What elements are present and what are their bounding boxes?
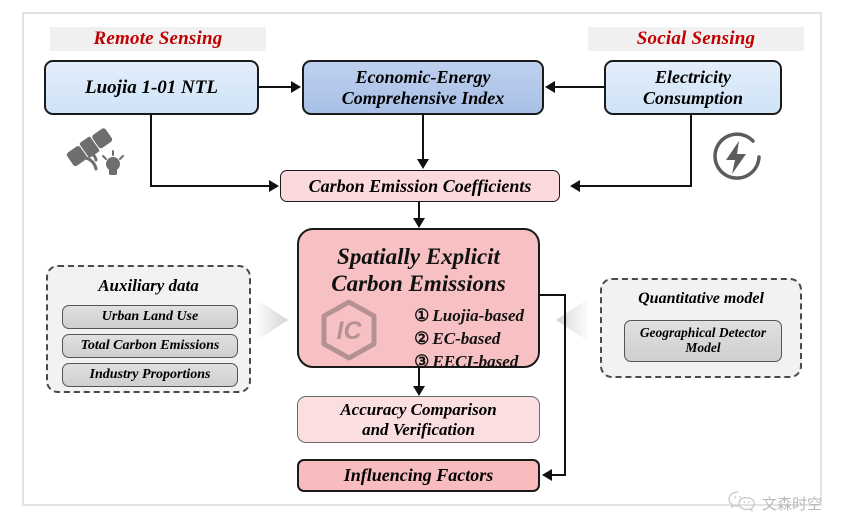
panel-quantitative-model-title-text: Quantitative model — [638, 290, 764, 307]
node-luojia-ntl[interactable]: Luojia 1-01 NTL — [44, 60, 259, 115]
arrowhead-central-to-accuracy — [413, 386, 425, 396]
node-accuracy-comparison-line2: and Verification — [362, 419, 475, 439]
panel-auxiliary-data-title-text: Auxiliary data — [98, 276, 199, 295]
chip-industry-proportions-label: Industry Proportions — [89, 367, 211, 383]
node-carbon-emission-coefficients-label: Carbon Emission Coefficients — [308, 175, 532, 196]
arrowhead-coefficients-to-central — [413, 218, 425, 228]
flow-chevron-left — [548, 289, 588, 351]
central-item-2: ② EC-based — [414, 327, 524, 350]
chip-geographical-detector-model-line1: Geographical Detector — [639, 325, 767, 341]
node-central-heading-line1: Spatially Explicit — [337, 244, 500, 269]
chip-geographical-detector-model-line2: Model — [685, 340, 721, 355]
flow-chevron-right — [256, 289, 296, 351]
chip-urban-land-use[interactable]: Urban Land Use — [62, 305, 238, 329]
connector-luojia-right-to-coefficients — [150, 185, 270, 187]
section-label-social-sensing-text: Social Sensing — [636, 28, 756, 49]
arrowhead-luojia-to-eeci — [291, 81, 301, 93]
node-electricity-label-line1: Electricity — [655, 66, 731, 87]
section-label-remote-sensing-text: Remote Sensing — [93, 28, 223, 49]
panel-quantitative-model-title: Quantitative model — [602, 290, 800, 308]
svg-text:IC: IC — [337, 317, 363, 345]
section-label-social-sensing: Social Sensing — [588, 27, 804, 51]
chip-total-carbon-emissions-label: Total Carbon Emissions — [80, 338, 220, 354]
arrowhead-luojia-to-coefficients — [269, 180, 279, 192]
ic-hexagon-icon: IC — [317, 298, 381, 367]
node-luojia-ntl-label: Luojia 1-01 NTL — [85, 76, 218, 98]
node-accuracy-comparison[interactable]: Accuracy Comparison and Verification — [297, 396, 540, 443]
central-item-1-label: Luojia-based — [432, 306, 524, 325]
section-label-remote-sensing: Remote Sensing — [50, 27, 266, 51]
panel-quantitative-model: Quantitative model Geographical Detector… — [600, 278, 802, 378]
arrowhead-electricity-to-coefficients — [570, 180, 580, 192]
connector-central-to-accuracy — [418, 368, 420, 387]
central-item-1-number: ① — [414, 306, 430, 325]
node-carbon-emission-coefficients[interactable]: Carbon Emission Coefficients — [280, 170, 560, 202]
connector-central-right-exit — [538, 294, 566, 296]
connector-luojia-to-eeci — [259, 86, 292, 88]
node-eeci-label-line1: Economic-Energy — [355, 66, 491, 87]
node-electricity-consumption[interactable]: Electricity Consumption — [604, 60, 782, 115]
chip-urban-land-use-label: Urban Land Use — [101, 309, 199, 325]
node-spatially-explicit-carbon-emissions[interactable]: Spatially Explicit Carbon Emissions IC ①… — [297, 228, 540, 371]
wechat-icon — [728, 490, 756, 516]
node-influencing-factors-label: Influencing Factors — [343, 465, 494, 486]
connector-luojia-down — [150, 115, 152, 186]
arrowhead-electricity-to-eeci — [545, 81, 555, 93]
node-central-heading-line2: Carbon Emissions — [331, 270, 506, 296]
central-item-3-label: EECI-based — [432, 352, 519, 372]
connector-right-vertical-to-influencing — [564, 294, 566, 475]
connector-electricity-down — [690, 115, 692, 186]
diagram-canvas: Remote Sensing Social Sensing Luojia 1-0… — [0, 0, 846, 530]
central-item-3-number: ③ — [414, 352, 430, 372]
arrowhead-into-influencing-factors — [542, 469, 552, 481]
node-accuracy-comparison-line1: Accuracy Comparison — [340, 399, 497, 419]
node-eeci-label-line2: Comprehensive Index — [341, 87, 505, 108]
panel-auxiliary-data-title: Auxiliary data — [48, 276, 249, 296]
arrowhead-eeci-to-coefficients — [417, 159, 429, 169]
watermark: 文森时空 — [728, 490, 822, 516]
central-item-2-label: EC-based — [432, 329, 501, 349]
panel-auxiliary-data: Auxiliary data Urban Land Use Total Carb… — [46, 265, 251, 393]
connector-into-influencing-factors — [552, 474, 566, 476]
central-item-list: ① Luojia-based ② EC-based ③ EECI-based — [414, 304, 524, 373]
node-eeci[interactable]: Economic-Energy Comprehensive Index — [302, 60, 544, 115]
connector-eeci-to-coefficients — [422, 115, 424, 160]
watermark-text: 文森时空 — [761, 494, 822, 513]
satellite-icon — [58, 118, 130, 180]
chip-geographical-detector-model[interactable]: Geographical Detector Model — [624, 320, 782, 362]
central-item-1: ① Luojia-based — [414, 304, 524, 327]
node-central-heading: Spatially Explicit Carbon Emissions — [299, 244, 538, 297]
chip-industry-proportions[interactable]: Industry Proportions — [62, 363, 238, 387]
central-item-2-number: ② — [414, 329, 430, 349]
chip-total-carbon-emissions[interactable]: Total Carbon Emissions — [62, 334, 238, 358]
node-electricity-label-line2: Consumption — [642, 87, 744, 108]
electricity-icon — [708, 128, 766, 186]
central-item-3: ③ EECI-based — [414, 350, 524, 373]
connector-electricity-left-to-coefficients — [580, 185, 692, 187]
connector-electricity-to-eeci — [555, 86, 604, 88]
node-influencing-factors[interactable]: Influencing Factors — [297, 459, 540, 492]
